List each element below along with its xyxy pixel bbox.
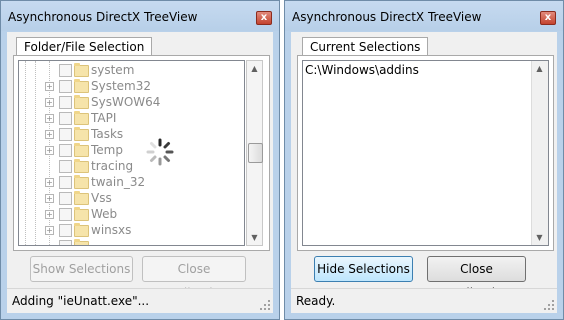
- expand-plus-icon[interactable]: +: [45, 82, 54, 91]
- left-window-title: Asynchronous DirectX TreeView: [8, 10, 198, 24]
- folder-icon: [74, 159, 89, 173]
- tree-item[interactable]: tracing: [19, 158, 219, 174]
- resize-grip-icon[interactable]: [544, 300, 554, 310]
- tree-item-checkbox[interactable]: [59, 176, 72, 189]
- left-status-bar: Adding "ieUnatt.exe"...: [7, 288, 273, 313]
- expand-plus-icon[interactable]: +: [45, 146, 54, 155]
- tab-current-selections[interactable]: Current Selections: [302, 37, 429, 56]
- tree-item[interactable]: + Web: [19, 206, 219, 222]
- tree-item-label: SysWOW64: [91, 95, 161, 109]
- tree-item-label: Tasks: [91, 127, 124, 141]
- tree-item-label: system: [91, 63, 135, 77]
- scroll-up-icon[interactable]: ▲: [247, 61, 262, 76]
- folder-icon: [74, 95, 89, 109]
- folder-icon: [74, 191, 89, 205]
- tree-item-checkbox[interactable]: [59, 64, 72, 77]
- scroll-down-icon[interactable]: ▼: [532, 230, 547, 245]
- right-close-icon[interactable]: x: [540, 11, 556, 25]
- tree-item[interactable]: system: [19, 62, 219, 78]
- folder-icon: [74, 79, 89, 93]
- folder-icon: [74, 223, 89, 237]
- expand-plus-icon[interactable]: +: [45, 130, 54, 139]
- folder-icon: [74, 143, 89, 157]
- expand-plus-icon[interactable]: +: [45, 194, 54, 203]
- resize-grip-icon[interactable]: [260, 300, 270, 310]
- tree-item-label: System32: [91, 79, 152, 93]
- folder-tree[interactable]: system + System32 + SysWOW64 + TAPI + Tasks + Temp…: [18, 60, 245, 246]
- left-window: Asynchronous DirectX TreeView x Folder/F…: [0, 0, 280, 320]
- left-title-bar[interactable]: Asynchronous DirectX TreeView x: [1, 1, 279, 31]
- expand-plus-icon[interactable]: +: [45, 210, 54, 219]
- scroll-up-icon[interactable]: ▲: [532, 61, 547, 76]
- tree-item-checkbox[interactable]: [59, 112, 72, 125]
- tree-item-label: Temp: [91, 143, 123, 157]
- tree-item-label: Vss: [91, 191, 112, 205]
- close-application-button[interactable]: Close Application: [427, 256, 526, 300]
- tree-item[interactable]: + TAPI: [19, 110, 219, 126]
- tree-item-checkbox[interactable]: [59, 144, 72, 157]
- tree-item-label: tracing: [91, 159, 134, 173]
- current-selections-panel: C:\Windows\addins ▲ ▼: [297, 55, 554, 251]
- folder-file-panel: system + System32 + SysWOW64 + TAPI + Tasks + Temp…: [13, 55, 270, 251]
- scroll-down-icon[interactable]: ▼: [247, 230, 262, 245]
- right-window: Asynchronous DirectX TreeView x Current …: [284, 0, 564, 320]
- selections-scrollbar[interactable]: ▲ ▼: [531, 61, 548, 245]
- folder-icon: [74, 127, 89, 141]
- selection-item: C:\Windows\addins: [305, 63, 419, 77]
- tree-item-checkbox[interactable]: [59, 80, 72, 93]
- tree-scrollbar[interactable]: ▲ ▼: [246, 60, 263, 246]
- tree-item-checkbox[interactable]: [59, 160, 72, 173]
- right-status-bar: Ready.: [291, 288, 557, 313]
- tree-item[interactable]: + Tasks: [19, 126, 219, 142]
- loading-spinner-icon: [146, 138, 174, 166]
- folder-icon: [74, 111, 89, 125]
- tree-item[interactable]: [19, 238, 219, 245]
- tree-item-label: twain_32: [91, 175, 146, 189]
- tree-item[interactable]: + Vss: [19, 190, 219, 206]
- tree-item[interactable]: + System32: [19, 78, 219, 94]
- tree-item-checkbox[interactable]: [59, 128, 72, 141]
- expand-plus-icon[interactable]: +: [45, 226, 54, 235]
- tree-item[interactable]: + SysWOW64: [19, 94, 219, 110]
- tree-item-label: TAPI: [91, 111, 117, 125]
- close-application-button[interactable]: Close Application: [142, 256, 246, 300]
- left-close-icon[interactable]: x: [256, 11, 272, 25]
- expand-plus-icon[interactable]: +: [45, 98, 54, 107]
- right-title-bar[interactable]: Asynchronous DirectX TreeView x: [285, 1, 563, 31]
- tab-folder-file-selection[interactable]: Folder/File Selection: [16, 37, 153, 56]
- expand-plus-icon[interactable]: +: [45, 114, 54, 123]
- folder-icon: [74, 175, 89, 189]
- status-text: Adding "ieUnatt.exe"...: [12, 294, 150, 308]
- folder-icon: [74, 207, 89, 221]
- right-window-title: Asynchronous DirectX TreeView: [292, 10, 482, 24]
- tree-item-label: winsxs: [91, 223, 132, 237]
- status-text: Ready.: [296, 294, 336, 308]
- tree-item-checkbox[interactable]: [59, 224, 72, 237]
- folder-icon: [74, 239, 89, 245]
- tree-item-checkbox[interactable]: [59, 240, 72, 245]
- tree-item-checkbox[interactable]: [59, 96, 72, 109]
- expand-plus-icon[interactable]: +: [45, 178, 54, 187]
- tree-item-checkbox[interactable]: [59, 208, 72, 221]
- left-client-area: Folder/File Selection system + System32 + Sy…: [7, 32, 273, 313]
- show-selections-button[interactable]: Show Selections: [30, 256, 133, 282]
- tree-item-label: Web: [91, 207, 118, 221]
- selections-list[interactable]: C:\Windows\addins ▲ ▼: [302, 60, 549, 246]
- hide-selections-button[interactable]: Hide Selections: [314, 256, 413, 282]
- tree-item[interactable]: + winsxs: [19, 222, 219, 238]
- right-client-area: Current Selections C:\Windows\addins ▲ ▼…: [291, 32, 557, 313]
- scroll-thumb[interactable]: [248, 143, 263, 163]
- tree-item-checkbox[interactable]: [59, 192, 72, 205]
- tree-item[interactable]: + twain_32: [19, 174, 219, 190]
- folder-icon: [74, 63, 89, 77]
- tree-item[interactable]: + Temp: [19, 142, 219, 158]
